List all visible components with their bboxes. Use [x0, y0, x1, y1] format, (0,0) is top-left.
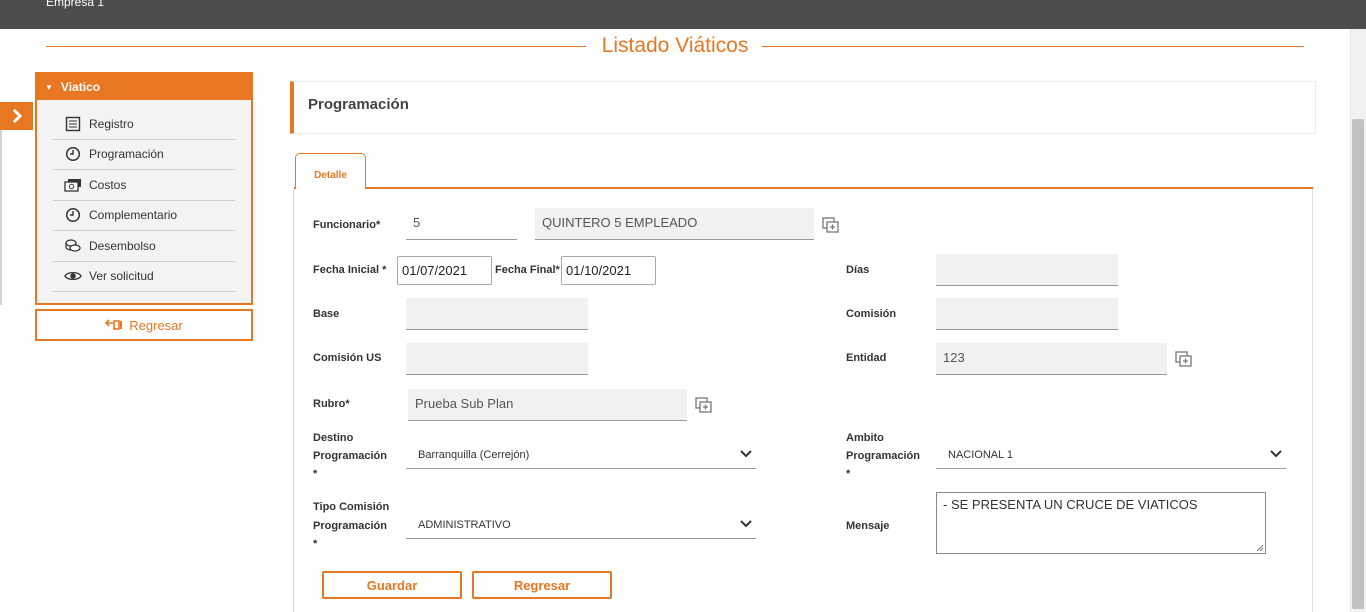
sidebar-item-label: Costos: [89, 177, 127, 192]
ambito-label-line2: Programación: [846, 450, 920, 462]
mensaje-textarea[interactable]: - SE PRESENTA UN CRUCE DE VIATICOS: [936, 492, 1266, 554]
title-divider-right: [762, 46, 1304, 47]
destino-label-line2: Programación: [313, 450, 387, 462]
chevron-down-icon: [1270, 450, 1282, 458]
comision-field: [936, 298, 1118, 330]
mensaje-text: - SE PRESENTA UN CRUCE DE VIATICOS: [943, 497, 1198, 512]
tipo-comision-selected-value: ADMINISTRATIVO: [418, 519, 511, 531]
chevron-right-icon: [12, 109, 22, 123]
fecha-final-label: Fecha Final*: [495, 264, 560, 276]
sidebar-item-label: Programación: [89, 147, 164, 162]
dias-label: Días: [846, 264, 870, 276]
tipo-comision-label-line2: Programación: [313, 520, 387, 532]
sidebar-item-label: Ver solicitud: [89, 269, 154, 284]
caret-down-icon: ▼: [45, 82, 53, 92]
scrollbar-thumb[interactable]: [1352, 119, 1364, 609]
scrollbar[interactable]: [1350, 29, 1366, 612]
section-title: Programación: [308, 96, 409, 113]
funcionario-label: Funcionario*: [313, 219, 381, 231]
sidebar-back-label: Regresar: [129, 317, 183, 333]
destino-label-line3: *: [313, 468, 318, 480]
fecha-inicial-input[interactable]: 01/07/2021: [397, 256, 492, 285]
page-title-row: Listado Viáticos: [46, 33, 1304, 59]
sidebar-item-label: Complementario: [89, 208, 178, 223]
entidad-field: 123: [936, 343, 1167, 375]
coins-icon: [64, 237, 82, 255]
sidebar-item-registro[interactable]: Registro: [53, 109, 235, 140]
base-label: Base: [313, 308, 340, 320]
tipo-comision-label-line3: *: [313, 538, 318, 550]
sidebar-item-desembolso[interactable]: Desembolso: [53, 231, 235, 262]
sidebar-item-costos[interactable]: Costos: [53, 170, 235, 201]
destino-selected-value: Barranquilla (Cerrejón): [418, 449, 530, 461]
sidebar-menu: ▼ Viatico Registro Programación Costos C…: [35, 72, 253, 305]
rubro-field: Prueba Sub Plan: [408, 389, 687, 421]
base-field: [406, 298, 588, 330]
destino-select[interactable]: Barranquilla (Cerrejón): [406, 441, 756, 469]
clock-icon: [64, 145, 82, 163]
funcionario-code-field[interactable]: 5: [406, 208, 517, 240]
ambito-select[interactable]: NACIONAL 1: [936, 441, 1286, 469]
funcionario-name-field: QUINTERO 5 EMPLEADO: [535, 208, 814, 240]
save-button[interactable]: Guardar: [322, 571, 462, 599]
sidebar-item-programacion[interactable]: Programación: [53, 140, 235, 170]
list-icon: [64, 115, 82, 133]
comision-label: Comisión: [846, 308, 897, 320]
sidebar-section-header[interactable]: ▼ Viatico: [37, 74, 251, 100]
clock-icon: [64, 206, 82, 224]
destino-label-line1: Destino: [313, 432, 354, 444]
tipo-comision-select[interactable]: ADMINISTRATIVO: [406, 511, 756, 539]
comision-us-field: [406, 343, 588, 375]
sidebar-item-label: Desembolso: [89, 238, 156, 253]
back-hand-icon: [105, 319, 123, 331]
sidebar-section-label: Viatico: [60, 80, 101, 94]
sidebar-item-complementario[interactable]: Complementario: [53, 201, 235, 231]
sidebar-back-button[interactable]: Regresar: [35, 309, 253, 341]
money-icon: [64, 176, 82, 194]
fecha-final-input[interactable]: 01/10/2021: [561, 256, 656, 285]
sidebar-item-ver-solicitud[interactable]: Ver solicitud: [53, 262, 235, 292]
tab-label: Detalle: [314, 169, 347, 181]
left-edge-divider: [0, 130, 2, 305]
lookup-copy-icon[interactable]: [822, 217, 840, 233]
comision-us-label: Comisión US: [313, 352, 382, 364]
back-button[interactable]: Regresar: [472, 571, 612, 599]
entidad-label: Entidad: [846, 352, 887, 364]
lookup-copy-icon[interactable]: [1175, 351, 1193, 367]
ambito-label-line1: Ambito: [846, 432, 884, 444]
chevron-down-icon: [740, 520, 752, 528]
rubro-label: Rubro*: [313, 398, 350, 410]
mensaje-label: Mensaje: [846, 520, 890, 532]
dias-field: [936, 254, 1118, 286]
fecha-inicial-label: Fecha Inicial *: [313, 264, 387, 276]
eye-icon: [64, 267, 82, 285]
lookup-copy-icon[interactable]: [695, 397, 713, 413]
chevron-down-icon: [740, 450, 752, 458]
resize-grip-icon[interactable]: [1256, 544, 1264, 552]
top-bar: Empresa 1: [0, 0, 1366, 29]
sidebar-item-label: Registro: [89, 116, 134, 131]
tipo-comision-label-line1: Tipo Comisión: [313, 501, 390, 513]
company-name: Empresa 1: [46, 0, 105, 9]
ambito-selected-value: NACIONAL 1: [948, 449, 1014, 461]
sidebar-toggle-button[interactable]: [0, 102, 33, 130]
section-header: Programación: [290, 81, 1316, 134]
ambito-label-line3: *: [846, 468, 851, 480]
tab-detalle[interactable]: Detalle: [295, 153, 366, 189]
